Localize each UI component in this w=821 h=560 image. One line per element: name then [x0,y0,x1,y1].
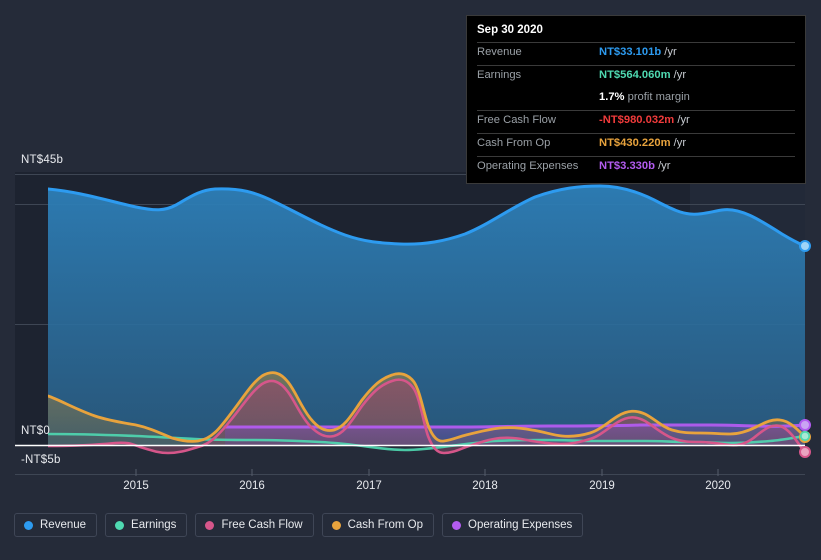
financial-chart-page: NT$45b NT$0 -NT$5b 2015 2016 2017 2018 2… [0,0,821,560]
tooltip-amount-revenue: NT$33.101b [599,46,662,58]
chart-legend: Revenue Earnings Free Cash Flow Cash Fro… [14,513,584,537]
tooltip-row-revenue: Revenue NT$33.101b /yr [477,42,795,65]
tooltip-value-earnings: NT$564.060m /yr [599,69,795,81]
tooltip-amount-cash-from-op: NT$430.220m [599,137,671,149]
tooltip-unit-earnings: /yr [673,69,687,81]
operating-expenses-endpoint-dot [799,419,811,431]
tooltip-label-free-cash-flow: Free Cash Flow [477,114,556,126]
legend-item-revenue[interactable]: Revenue [14,513,98,537]
legend-swatch-earnings-icon [115,520,125,530]
legend-item-earnings[interactable]: Earnings [105,513,188,537]
free-cash-flow-endpoint-dot [799,446,811,458]
tooltip-amount-profit-margin: 1.7% [599,91,625,103]
legend-swatch-cash-from-op-icon [331,520,341,530]
tooltip-unit-cash-from-op: /yr [673,137,687,149]
tooltip-row-profit-margin: 1.7% profit margin [477,88,795,110]
legend-swatch-free-cash-flow-icon [205,520,215,530]
tooltip-unit-free-cash-flow: /yr [677,114,690,126]
tooltip-amount-free-cash-flow: -NT$980.032m [599,114,675,126]
chart-tooltip: Sep 30 2020 Revenue NT$33.101b /yr Earni… [466,15,806,184]
tooltip-label-cash-from-op: Cash From Op [477,137,551,149]
legend-label-free-cash-flow: Free Cash Flow [221,519,303,531]
tooltip-value-operating-expenses: NT$3.330b /yr [599,160,795,172]
legend-label-earnings: Earnings [131,519,177,531]
tooltip-row-operating-expenses: Operating Expenses NT$3.330b /yr [477,156,795,179]
tooltip-row-free-cash-flow: Free Cash Flow -NT$980.032m /yr [477,110,795,133]
legend-label-cash-from-op: Cash From Op [347,519,424,531]
tooltip-value-free-cash-flow: -NT$980.032m /yr [599,114,795,126]
legend-item-operating-expenses[interactable]: Operating Expenses [442,513,584,537]
legend-swatch-operating-expenses-icon [452,520,462,530]
tooltip-row-cash-from-op: Cash From Op NT$430.220m /yr [477,133,795,156]
tooltip-label-operating-expenses: Operating Expenses [477,160,579,172]
revenue-endpoint-dot [799,240,811,252]
tooltip-label-revenue: Revenue [477,46,522,58]
earnings-endpoint-dot [799,430,811,442]
tooltip-row-earnings: Earnings NT$564.060m /yr [477,65,795,88]
legend-item-cash-from-op[interactable]: Cash From Op [321,513,435,537]
tooltip-unit-profit-margin: profit margin [627,91,690,103]
tooltip-value-cash-from-op: NT$430.220m /yr [599,137,795,149]
tooltip-date: Sep 30 2020 [477,24,543,36]
tooltip-unit-operating-expenses: /yr [658,160,671,172]
legend-label-operating-expenses: Operating Expenses [468,519,573,531]
tooltip-value-profit-margin: 1.7% profit margin [599,91,795,103]
legend-swatch-revenue-icon [24,520,33,530]
legend-item-free-cash-flow[interactable]: Free Cash Flow [195,513,314,537]
tooltip-amount-earnings: NT$564.060m [599,69,671,81]
tooltip-label-earnings: Earnings [477,69,522,81]
tooltip-unit-revenue: /yr [664,46,677,58]
tooltip-amount-operating-expenses: NT$3.330b [599,160,655,172]
tooltip-value-revenue: NT$33.101b /yr [599,46,795,58]
legend-label-revenue: Revenue [40,519,87,531]
